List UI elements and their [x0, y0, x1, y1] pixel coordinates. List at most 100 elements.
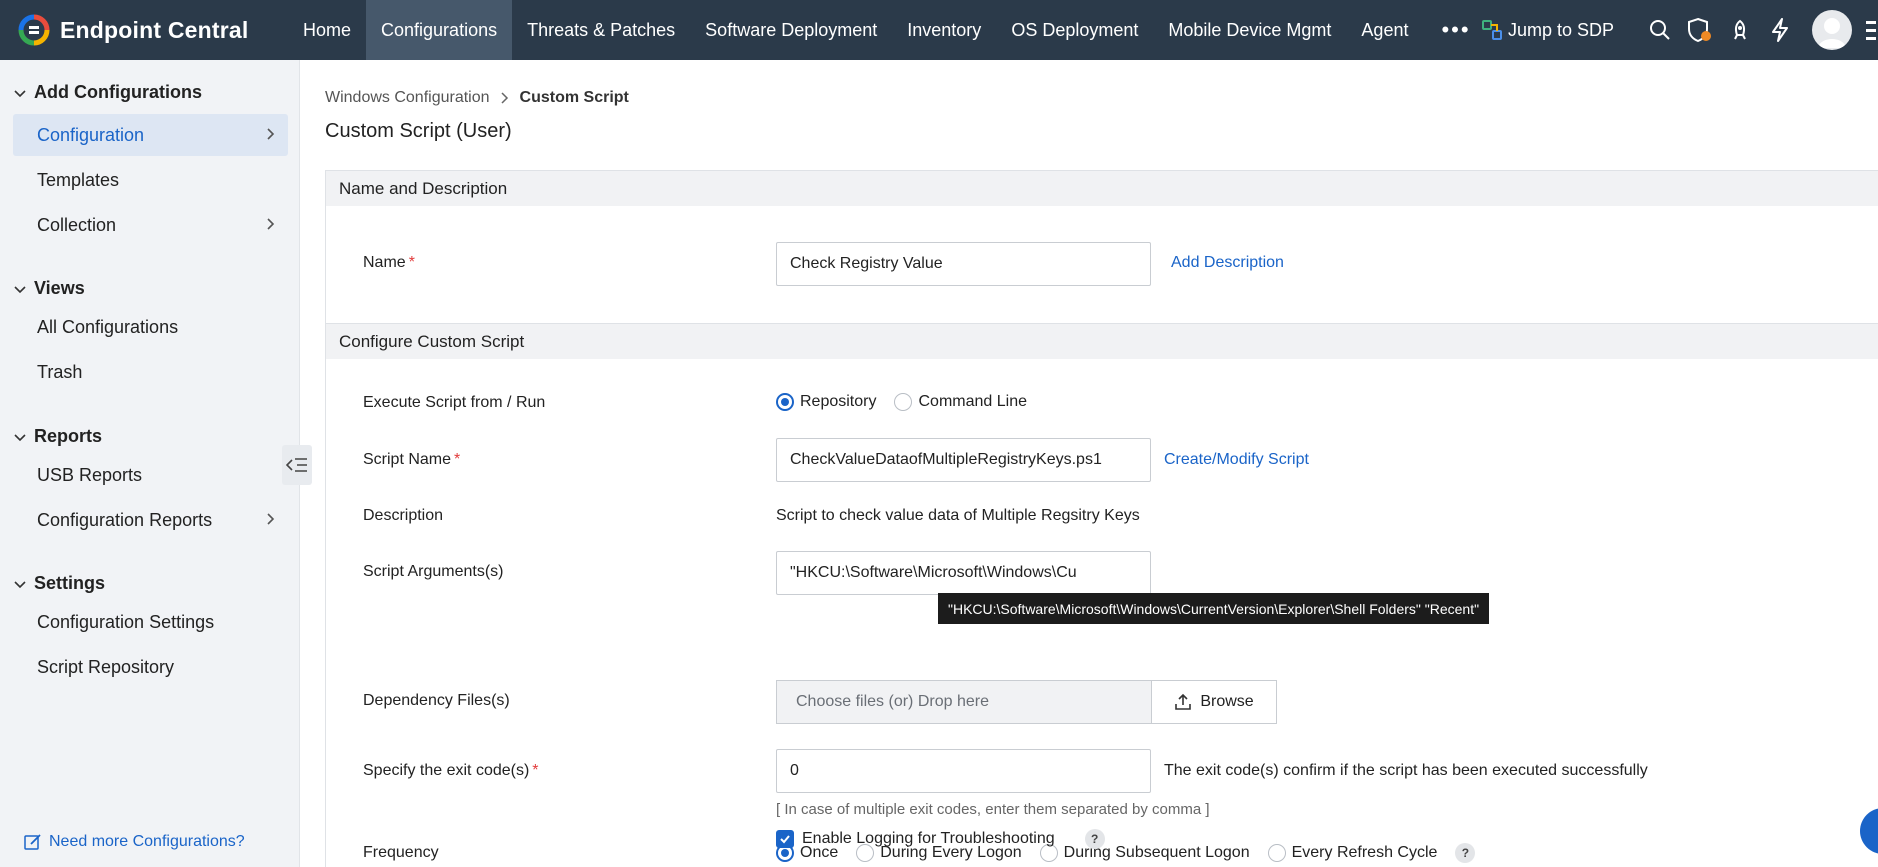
enable-logging-label: Enable Logging for Troubleshooting	[802, 830, 1055, 847]
section-label: Add Configurations	[34, 82, 202, 102]
nav-right-tools: Jump to SDP	[1481, 0, 1878, 60]
app-menu-icon[interactable]	[1866, 0, 1878, 60]
jump-to-sdp-button[interactable]: Jump to SDP	[1481, 19, 1614, 41]
description-label: Description	[363, 507, 444, 524]
main-content: Windows Configuration Custom Script Cust…	[300, 60, 1878, 867]
dependency-files-dropzone[interactable]: Choose files (or) Drop here	[776, 680, 1152, 724]
sidebar-item-label: Collection	[37, 214, 117, 235]
browse-label: Browse	[1200, 693, 1254, 710]
nav-threats-patches[interactable]: Threats & Patches	[512, 0, 690, 60]
jump-to-sdp-label: Jump to SDP	[1507, 19, 1614, 40]
frequency-help-icon[interactable]: ?	[1455, 843, 1476, 863]
section-views[interactable]: Views	[14, 278, 85, 299]
exit-codes-note: The exit code(s) confirm if the script h…	[1164, 762, 1648, 779]
sidebar-item-label: Trash	[37, 361, 83, 382]
breadcrumb-current: Custom Script	[519, 89, 629, 106]
nav-configurations[interactable]: Configurations	[366, 0, 513, 60]
radio-command-line[interactable]: Command Line	[894, 393, 1027, 411]
need-more-configurations-link[interactable]: Need more Configurations?	[24, 833, 245, 851]
browse-button[interactable]: Browse	[1151, 680, 1277, 724]
enable-logging-checkbox[interactable]: Enable Logging for Troubleshooting ?	[776, 829, 1105, 849]
search-icon[interactable]	[1640, 0, 1680, 60]
execute-from-label: Execute Script from / Run	[363, 394, 546, 411]
lightning-icon[interactable]	[1760, 0, 1800, 60]
name-label: Name *	[363, 254, 415, 271]
script-name-input[interactable]: CheckValueDataofMultipleRegistryKeys.ps1	[776, 438, 1151, 482]
form-divider	[325, 170, 326, 867]
script-arguments-input[interactable]: "HKCU:\Software\Microsoft\Windows\Cu	[776, 551, 1151, 595]
sidebar-item-label: Script Repository	[37, 656, 175, 677]
section-add-configurations[interactable]: Add Configurations	[14, 82, 202, 103]
exit-codes-hint: [ In case of multiple exit codes, enter …	[776, 801, 1210, 818]
chevron-down-icon	[14, 285, 26, 293]
script-arguments-label: Script Arguments(s)	[363, 563, 504, 580]
sidebar-item-label: All Configurations	[37, 316, 179, 337]
edit-icon	[24, 834, 41, 850]
name-input[interactable]: Check Registry Value	[776, 242, 1151, 286]
sidebar-item-label: Templates	[37, 169, 120, 190]
sidebar-item-configuration-settings[interactable]: Configuration Settings	[13, 601, 288, 643]
sidebar-item-label: Configuration	[37, 124, 145, 145]
chevron-right-icon	[501, 92, 508, 104]
sidebar-item-templates[interactable]: Templates	[13, 159, 288, 201]
section-name-and-description: Name and Description	[325, 170, 1878, 206]
need-more-label: Need more Configurations?	[49, 833, 245, 850]
sidebar-item-usb-reports[interactable]: USB Reports	[13, 454, 288, 496]
section-configure-custom-script: Configure Custom Script	[325, 323, 1878, 359]
upload-icon	[1175, 693, 1192, 710]
description-value: Script to check value data of Multiple R…	[776, 507, 1140, 524]
nav-os-deployment[interactable]: OS Deployment	[996, 0, 1153, 60]
floating-action-button[interactable]	[1860, 808, 1878, 854]
dependency-files-label: Dependency Files(s)	[363, 692, 510, 709]
script-arguments-tooltip: "HKCU:\Software\Microsoft\Windows\Curren…	[938, 593, 1490, 624]
nav-mobile-device-mgmt[interactable]: Mobile Device Mgmt	[1153, 0, 1346, 60]
script-name-label: Script Name *	[363, 451, 461, 468]
exit-codes-input[interactable]: 0	[776, 749, 1151, 793]
add-description-link[interactable]: Add Description	[1171, 254, 1284, 272]
chevron-right-icon	[267, 513, 275, 525]
nav-more-button[interactable]: •••	[1423, 0, 1488, 60]
section-label: Settings	[34, 573, 106, 593]
sidebar-item-label: Configuration Settings	[37, 611, 215, 632]
radio-every-refresh-cycle[interactable]: Every Refresh Cycle	[1267, 844, 1437, 862]
sdp-icon	[1481, 20, 1502, 40]
brand-logo-icon	[18, 14, 50, 46]
sidebar-item-configuration-reports[interactable]: Configuration Reports	[13, 499, 288, 541]
nav-agent[interactable]: Agent	[1346, 0, 1423, 60]
rocket-icon[interactable]	[1720, 0, 1760, 60]
frequency-label: Frequency	[363, 844, 439, 861]
logging-help-icon[interactable]: ?	[1084, 829, 1105, 849]
chevron-right-icon	[267, 218, 275, 230]
sidebar-item-all-configurations[interactable]: All Configurations	[13, 306, 288, 348]
sidebar-item-label: Configuration Reports	[37, 509, 213, 530]
breadcrumb-parent[interactable]: Windows Configuration	[325, 89, 490, 107]
checkbox-checked-icon	[776, 830, 794, 848]
section-label: Reports	[34, 426, 103, 446]
chevron-down-icon	[14, 580, 26, 588]
main-nav: Home Configurations Threats & Patches So…	[288, 0, 1489, 60]
exit-codes-label: Specify the exit code(s) *	[363, 762, 539, 779]
page-title: Custom Script (User)	[325, 120, 512, 142]
chevron-down-icon	[14, 433, 26, 441]
chevron-right-icon	[267, 128, 275, 140]
brand-name: Endpoint Central	[60, 16, 249, 43]
sidebar-item-label: USB Reports	[37, 464, 143, 485]
user-avatar[interactable]	[1812, 10, 1852, 50]
brand[interactable]: Endpoint Central	[0, 0, 280, 60]
radio-repository[interactable]: Repository	[776, 393, 876, 411]
sidebar-item-collection[interactable]: Collection	[13, 204, 288, 246]
top-navigation-bar: Endpoint Central Home Configurations Thr…	[0, 0, 1878, 60]
section-label: Views	[34, 278, 85, 298]
section-reports[interactable]: Reports	[14, 426, 102, 447]
nav-inventory[interactable]: Inventory	[892, 0, 996, 60]
nav-home[interactable]: Home	[288, 0, 366, 60]
section-settings[interactable]: Settings	[14, 573, 105, 594]
shield-alert-icon[interactable]	[1680, 0, 1720, 60]
sidebar-item-script-repository[interactable]: Script Repository	[13, 646, 288, 688]
sidebar: Add Configurations Configuration Templat…	[0, 60, 300, 867]
breadcrumb: Windows Configuration Custom Script	[325, 89, 629, 107]
sidebar-item-trash[interactable]: Trash	[13, 351, 288, 393]
nav-software-deployment[interactable]: Software Deployment	[690, 0, 892, 60]
create-modify-script-link[interactable]: Create/Modify Script	[1164, 451, 1309, 469]
sidebar-item-configuration[interactable]: Configuration	[13, 114, 288, 156]
